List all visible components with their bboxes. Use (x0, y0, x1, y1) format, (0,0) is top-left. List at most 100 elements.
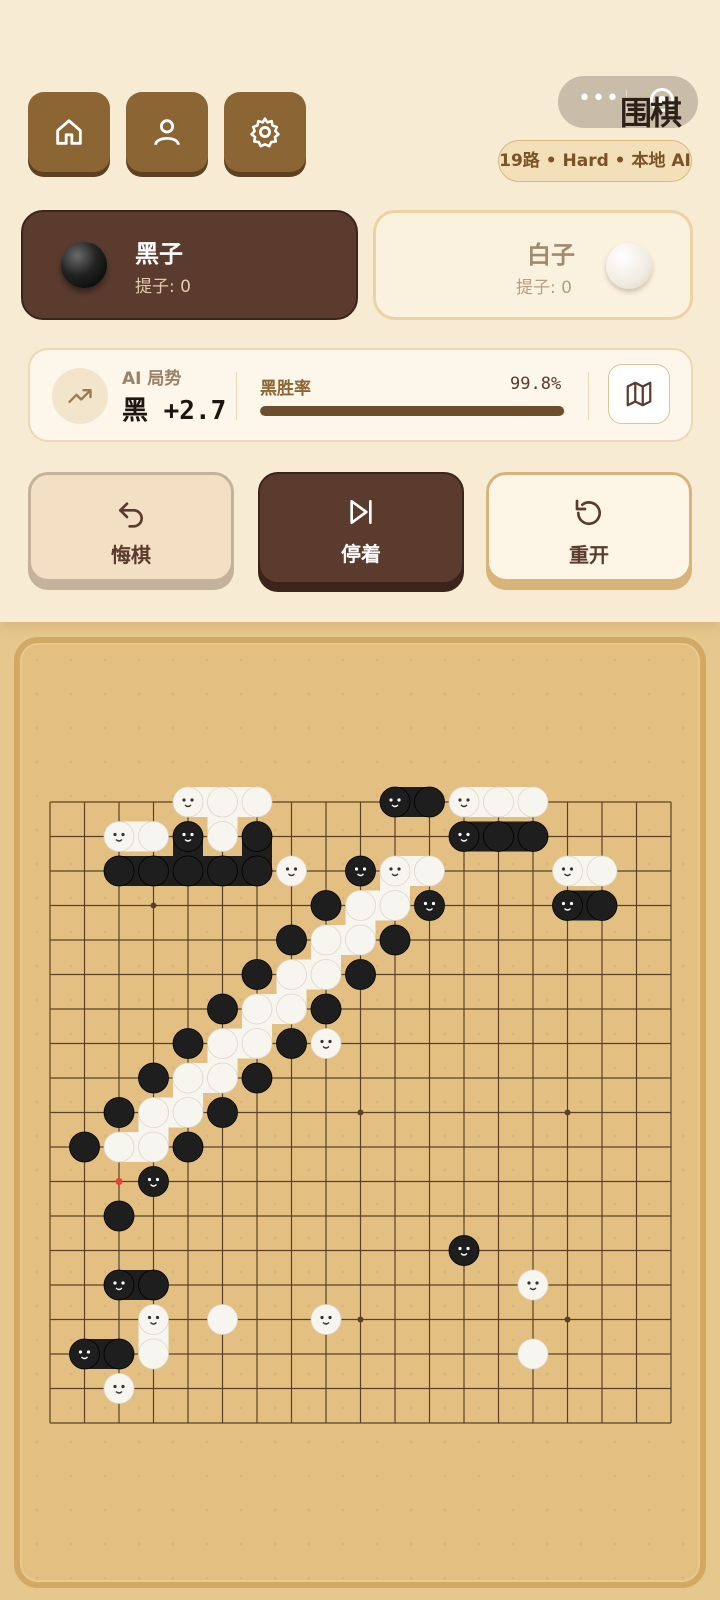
stone-face-eye (389, 798, 393, 802)
black-stone[interactable] (172, 1028, 204, 1059)
black-stone[interactable] (345, 855, 376, 887)
white-stone[interactable] (586, 855, 618, 887)
stone-face-eye (147, 1315, 152, 1320)
black-stone[interactable] (379, 786, 411, 818)
white-stone[interactable] (241, 786, 273, 818)
black-stone[interactable] (276, 1028, 307, 1059)
white-stone[interactable] (138, 821, 169, 852)
black-stone[interactable] (138, 1062, 169, 1094)
black-stone[interactable] (69, 1338, 100, 1370)
stone-face-eye (458, 1246, 462, 1251)
black-stone[interactable] (448, 1235, 480, 1266)
black-stone[interactable] (138, 855, 169, 887)
stone-face-eye (320, 1315, 324, 1320)
black-stone[interactable] (172, 855, 204, 887)
black-stone[interactable] (241, 959, 273, 990)
black-stone[interactable] (552, 890, 583, 921)
stone-face-eye (155, 1177, 160, 1182)
white-stone[interactable] (138, 1097, 169, 1128)
black-stone[interactable] (103, 855, 135, 887)
stone-face-eye (466, 798, 470, 802)
white-stone[interactable] (103, 1373, 135, 1404)
black-stone[interactable] (310, 993, 342, 1025)
white-stone[interactable] (103, 1131, 135, 1163)
black-stone[interactable] (207, 855, 238, 887)
white-stone[interactable] (483, 786, 514, 818)
stone-face-eye (121, 1384, 125, 1389)
white-stone[interactable] (379, 855, 411, 887)
white-stone[interactable] (207, 786, 238, 818)
black-stone[interactable] (103, 1269, 135, 1301)
white-stone[interactable] (517, 1269, 549, 1301)
black-stone[interactable] (379, 924, 411, 956)
white-stone[interactable] (207, 1062, 238, 1094)
black-stone[interactable] (103, 1200, 135, 1232)
white-stone[interactable] (172, 786, 204, 818)
white-stone[interactable] (517, 786, 549, 818)
black-stone[interactable] (207, 993, 238, 1025)
stone-face-eye (182, 832, 186, 837)
white-stone[interactable] (138, 1338, 169, 1370)
black-stone[interactable] (586, 890, 618, 921)
stone-face-eye (121, 1281, 125, 1285)
go-board[interactable] (0, 0, 720, 1600)
white-stone[interactable] (310, 959, 342, 990)
black-stone[interactable] (310, 890, 342, 921)
black-stone[interactable] (241, 855, 273, 887)
white-stone[interactable] (517, 1338, 549, 1370)
white-stone[interactable] (552, 855, 583, 887)
white-stone[interactable] (103, 821, 135, 852)
white-stone[interactable] (345, 890, 376, 921)
white-stone[interactable] (172, 1097, 204, 1128)
white-stone[interactable] (138, 1131, 169, 1163)
black-stone[interactable] (483, 821, 514, 852)
black-stone[interactable] (69, 1131, 100, 1163)
black-stone[interactable] (414, 786, 445, 818)
white-stone[interactable] (207, 821, 238, 852)
stone-face-eye (423, 901, 428, 906)
stone-face-eye (113, 832, 117, 837)
black-stone[interactable] (172, 821, 204, 852)
star-point (564, 1109, 571, 1116)
black-stone[interactable] (241, 1062, 273, 1094)
stone-face-eye (190, 798, 194, 802)
white-stone[interactable] (172, 1062, 204, 1094)
black-stone[interactable] (414, 890, 445, 921)
star-point (357, 1316, 364, 1323)
white-stone[interactable] (207, 1304, 238, 1335)
black-stone[interactable] (517, 821, 549, 852)
stone-face-eye (362, 867, 367, 871)
black-stone[interactable] (138, 1269, 169, 1301)
star-point (357, 1109, 364, 1116)
white-stone[interactable] (448, 786, 480, 818)
stone-face-eye (458, 832, 462, 837)
white-stone[interactable] (276, 959, 307, 990)
stone-face-eye (569, 901, 574, 906)
stone-face-eye (113, 1384, 117, 1389)
white-stone[interactable] (345, 924, 376, 956)
white-stone[interactable] (414, 855, 445, 887)
stone-face-eye (397, 867, 401, 871)
black-stone[interactable] (103, 1097, 135, 1128)
white-stone[interactable] (241, 1028, 273, 1059)
black-stone[interactable] (138, 1166, 169, 1197)
black-stone[interactable] (172, 1131, 204, 1163)
black-stone[interactable] (276, 924, 307, 956)
white-stone[interactable] (310, 1028, 342, 1059)
white-stone[interactable] (379, 890, 411, 921)
white-stone[interactable] (276, 855, 307, 887)
white-stone[interactable] (241, 993, 273, 1025)
white-stone[interactable] (310, 924, 342, 956)
black-stone[interactable] (345, 959, 376, 990)
black-stone[interactable] (241, 821, 273, 852)
black-stone[interactable] (207, 1097, 238, 1128)
white-stone[interactable] (138, 1304, 169, 1335)
stone-face-eye (86, 1350, 91, 1354)
black-stone[interactable] (103, 1338, 135, 1370)
white-stone[interactable] (207, 1028, 238, 1059)
black-stone[interactable] (448, 821, 480, 852)
stone-face-eye (431, 901, 436, 906)
stone-face-eye (569, 867, 574, 871)
white-stone[interactable] (276, 993, 307, 1025)
white-stone[interactable] (310, 1304, 342, 1335)
